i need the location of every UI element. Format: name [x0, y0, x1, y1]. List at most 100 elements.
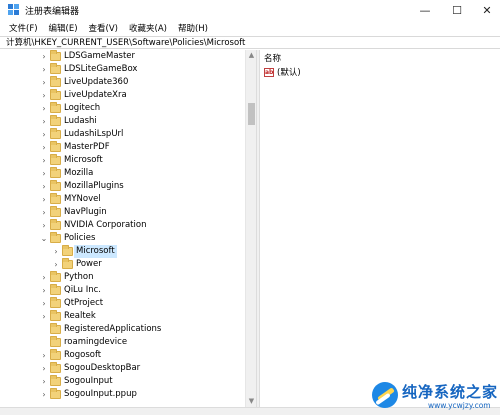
maximize-button[interactable]: ☐	[441, 0, 473, 20]
tree-node-label: Ludashi	[64, 116, 97, 126]
tree-node[interactable]: › Ludashi	[0, 115, 245, 128]
tree-node[interactable]: › Power	[0, 258, 245, 271]
chevron-right-icon[interactable]: ›	[40, 180, 48, 193]
menu-favorites[interactable]: 收藏夹(A)	[129, 22, 167, 34]
menu-bar: 文件(F) 编辑(E) 查看(V) 收藏夹(A) 帮助(H)	[0, 20, 500, 36]
tree-node[interactable]: › LiveUpdateXra	[0, 89, 245, 102]
tree-node-label: NavPlugin	[64, 207, 107, 217]
registry-editor-icon	[8, 4, 19, 15]
chevron-down-icon[interactable]: ⌄	[40, 232, 48, 245]
tree-node[interactable]: roamingdevice	[0, 336, 245, 349]
menu-view[interactable]: 查看(V)	[89, 22, 118, 34]
chevron-right-icon[interactable]: ›	[40, 141, 48, 154]
tree-node[interactable]: › MYNovel	[0, 193, 245, 206]
tree-node[interactable]: › SogouDesktopBar	[0, 362, 245, 375]
tree-node[interactable]: › Logitech	[0, 102, 245, 115]
tree-node[interactable]: › MozillaPlugins	[0, 180, 245, 193]
folder-icon	[50, 50, 61, 61]
menu-help[interactable]: 帮助(H)	[178, 22, 208, 34]
window-title: 注册表编辑器	[25, 7, 80, 17]
tree-node[interactable]: › MasterPDF	[0, 141, 245, 154]
chevron-right-icon[interactable]: ›	[52, 258, 60, 271]
folder-icon	[50, 362, 61, 373]
chevron-right-icon[interactable]: ›	[40, 76, 48, 89]
chevron-right-icon[interactable]: ›	[40, 115, 48, 128]
tree-node[interactable]: › Python	[0, 271, 245, 284]
address-bar[interactable]: 计算机\HKEY_CURRENT_USER\Software\Policies\…	[0, 36, 500, 49]
tree-node[interactable]: › Microsoft	[0, 154, 245, 167]
chevron-right-icon[interactable]: ›	[40, 362, 48, 375]
tree-node[interactable]: › QiLu Inc.	[0, 284, 245, 297]
tree-node-label: Realtek	[64, 311, 96, 321]
chevron-right-icon[interactable]: ›	[40, 128, 48, 141]
tree-node-label: Logitech	[64, 103, 101, 113]
tree-node[interactable]: › LDSGameMaster	[0, 50, 245, 63]
tree-node-label: LiveUpdateXra	[64, 90, 127, 100]
tree-node-label: LiveUpdate360	[64, 77, 129, 87]
folder-icon	[50, 89, 61, 100]
chevron-right-icon[interactable]: ›	[40, 50, 48, 63]
tree-node[interactable]: › Rogosoft	[0, 349, 245, 362]
folder-icon	[50, 206, 61, 217]
tree-node-label: MYNovel	[64, 194, 101, 204]
menu-file[interactable]: 文件(F)	[9, 22, 38, 34]
folder-icon	[50, 115, 61, 126]
chevron-right-icon[interactable]: ›	[40, 167, 48, 180]
tree-node[interactable]: › Microsoft	[0, 245, 245, 258]
folder-icon	[50, 219, 61, 230]
folder-icon	[50, 310, 61, 321]
tree-node[interactable]: › LDSLiteGameBox	[0, 63, 245, 76]
tree-node-label: SogouInput.ppup	[64, 389, 137, 399]
tree-node[interactable]: ⌄ Policies	[0, 232, 245, 245]
values-pane: 名称 ab (默认)	[260, 50, 500, 407]
chevron-right-icon[interactable]: ›	[52, 245, 60, 258]
chevron-right-icon[interactable]: ›	[40, 375, 48, 388]
tree-node-label: Policies	[64, 233, 96, 243]
tree-node[interactable]: › Realtek	[0, 310, 245, 323]
minimize-button[interactable]: —	[409, 0, 441, 20]
value-name: (默认)	[277, 68, 301, 78]
watermark-url: www.ycwjzy.com	[428, 401, 491, 410]
key-tree: › LDSGameMaster › LDSLiteGameBox › LiveUpdate…	[0, 50, 256, 407]
chevron-right-icon[interactable]: ›	[40, 388, 48, 401]
chevron-right-icon[interactable]: ›	[40, 206, 48, 219]
chevron-right-icon[interactable]: ›	[40, 297, 48, 310]
title-bar: 注册表编辑器 — ☐ ✕	[0, 0, 500, 20]
close-button[interactable]: ✕	[471, 0, 500, 20]
watermark-text: 纯净系统之家	[402, 383, 499, 401]
tree-node-label: Microsoft	[64, 155, 103, 165]
tree-node[interactable]: RegisteredApplications	[0, 323, 245, 336]
chevron-right-icon[interactable]: ›	[40, 349, 48, 362]
chevron-right-icon[interactable]: ›	[40, 89, 48, 102]
folder-icon	[50, 167, 61, 178]
chevron-right-icon[interactable]: ›	[40, 63, 48, 76]
tree-node-label: MozillaPlugins	[64, 181, 124, 191]
tree-node[interactable]: › NVIDIA Corporation	[0, 219, 245, 232]
tree-node[interactable]: › Mozilla	[0, 167, 245, 180]
chevron-right-icon[interactable]: ›	[40, 271, 48, 284]
folder-icon	[50, 154, 61, 165]
chevron-right-icon[interactable]: ›	[40, 219, 48, 232]
value-row[interactable]: ab (默认)	[264, 66, 301, 78]
folder-icon	[50, 349, 61, 360]
tree-node[interactable]: › SogouInput	[0, 375, 245, 388]
folder-icon	[50, 388, 61, 399]
chevron-right-icon[interactable]: ›	[40, 102, 48, 115]
tree-node[interactable]: › SogouInput.ppup	[0, 388, 245, 401]
tree-node-label: SogouInput	[64, 376, 113, 386]
folder-icon	[50, 76, 61, 87]
tree-node[interactable]: › QtProject	[0, 297, 245, 310]
scroll-thumb[interactable]	[248, 103, 255, 125]
menu-edit[interactable]: 编辑(E)	[49, 22, 78, 34]
chevron-right-icon[interactable]: ›	[40, 193, 48, 206]
chevron-right-icon[interactable]: ›	[40, 284, 48, 297]
chevron-right-icon[interactable]: ›	[40, 310, 48, 323]
tree-node[interactable]: › LudashiLspUrl	[0, 128, 245, 141]
tree-node[interactable]: › NavPlugin	[0, 206, 245, 219]
column-header-name[interactable]: 名称	[264, 52, 281, 64]
tree-node-label: roamingdevice	[64, 337, 128, 347]
tree-node[interactable]: › LiveUpdate360	[0, 76, 245, 89]
tree-node-label: Python	[64, 272, 94, 282]
chevron-right-icon[interactable]: ›	[40, 154, 48, 167]
tree-vertical-scrollbar[interactable]: ▲ ▼	[245, 50, 256, 407]
